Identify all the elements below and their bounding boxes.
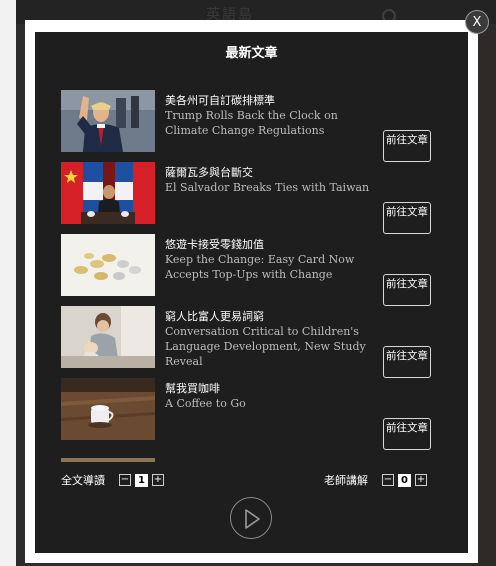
full-text-guide-control: 全文導讀 − 1 + — [61, 473, 164, 487]
backdrop-left-strip — [0, 0, 16, 566]
article-list[interactable]: 美各州可自訂碳排標準 Trump Rolls Back the Clock on… — [35, 90, 468, 456]
photo-coffee-cup-icon — [61, 378, 155, 440]
article-title-zh[interactable]: 窮人比富人更易詞窮 — [165, 308, 264, 324]
go-to-article-button[interactable]: 前往文章 — [383, 202, 431, 234]
teacher-explanation-value: 0 — [398, 473, 411, 487]
photo-flags-press-conference-icon — [61, 162, 155, 224]
article-thumbnail[interactable] — [61, 162, 155, 224]
increment-button[interactable]: + — [152, 474, 164, 486]
close-button[interactable]: X — [465, 10, 489, 34]
decrement-button[interactable]: − — [382, 474, 394, 486]
go-to-article-button[interactable]: 前往文章 — [383, 418, 431, 450]
teacher-explanation-control: 老師講解 − 0 + — [324, 473, 427, 487]
photo-mother-child-icon — [61, 306, 155, 368]
article-title-zh[interactable]: 薩爾瓦多與台斷交 — [165, 164, 253, 180]
play-icon — [245, 509, 260, 529]
article-thumbnail[interactable] — [61, 234, 155, 296]
go-to-article-button[interactable]: 前往文章 — [383, 130, 431, 162]
full-text-guide-value: 1 — [135, 473, 148, 487]
article-title-zh[interactable]: 悠遊卡接受零錢加值 — [165, 236, 264, 252]
full-text-guide-label: 全文導讀 — [61, 474, 105, 487]
photo-coins-icon — [61, 234, 155, 296]
photo-president-waving-icon — [61, 90, 155, 152]
play-button[interactable] — [230, 497, 272, 539]
article-thumbnail[interactable] — [61, 306, 155, 368]
article-title-en[interactable]: Keep the Change: Easy Card Now Accepts T… — [165, 252, 370, 282]
latest-articles-modal: 最新文章 美各州可自訂碳排標準 Trump Rolls Back the Clo… — [25, 20, 478, 563]
article-title-zh[interactable]: 幫我買咖啡 — [165, 380, 220, 396]
article-item: 窮人比富人更易詞窮 Conversation Critical to Child… — [35, 306, 468, 378]
article-thumbnail[interactable] — [61, 90, 155, 152]
article-item: 幫我買咖啡 A Coffee to Go 前往文章 — [35, 378, 468, 450]
go-to-article-button[interactable]: 前往文章 — [383, 346, 431, 378]
article-title-en[interactable]: El Salvador Breaks Ties with Taiwan — [165, 180, 370, 195]
teacher-explanation-label: 老師講解 — [324, 474, 368, 487]
decrement-button[interactable]: − — [119, 474, 131, 486]
go-to-article-button[interactable]: 前往文章 — [383, 274, 431, 306]
article-title-en[interactable]: A Coffee to Go — [165, 396, 370, 411]
next-thumbnail-peek — [61, 458, 155, 462]
article-thumbnail[interactable] — [61, 378, 155, 440]
article-item: 薩爾瓦多與台斷交 El Salvador Breaks Ties with Ta… — [35, 162, 468, 234]
article-item: 悠遊卡接受零錢加值 Keep the Change: Easy Card Now… — [35, 234, 468, 306]
increment-button[interactable]: + — [415, 474, 427, 486]
modal-title: 最新文章 — [225, 46, 278, 61]
article-title-zh[interactable]: 美各州可自訂碳排標準 — [165, 92, 275, 108]
article-title-en[interactable]: Trump Rolls Back the Clock on Climate Ch… — [165, 108, 370, 138]
article-title-en[interactable]: Conversation Critical to Children's Lang… — [165, 324, 370, 369]
article-item: 美各州可自訂碳排標準 Trump Rolls Back the Clock on… — [35, 90, 468, 162]
modal-body: 最新文章 美各州可自訂碳排標準 Trump Rolls Back the Clo… — [35, 32, 468, 553]
